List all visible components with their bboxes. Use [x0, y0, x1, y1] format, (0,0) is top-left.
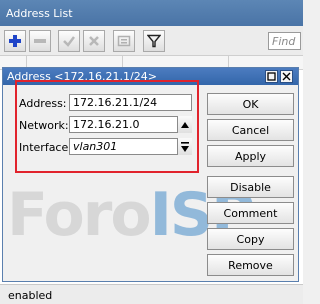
find-input[interactable]: Find [268, 32, 301, 50]
disable-button[interactable]: Disable [207, 176, 294, 198]
enable-button[interactable] [58, 30, 80, 52]
restore-button[interactable] [265, 70, 278, 83]
remove-button[interactable]: Remove [207, 254, 294, 276]
copy-button[interactable]: Copy [207, 228, 294, 250]
address-list-title: Address List [0, 0, 303, 26]
status-bar: enabled [0, 284, 303, 304]
filter-icon [147, 34, 161, 48]
filter-button[interactable] [143, 30, 165, 52]
check-icon [63, 36, 75, 47]
address-dialog: Address <172.16.21.1/24> Address: 172.16… [2, 67, 299, 282]
comment-list-button[interactable] [113, 30, 135, 52]
plus-icon [9, 35, 21, 47]
close-icon [282, 72, 291, 81]
remove-list-button[interactable] [29, 30, 51, 52]
restore-icon [267, 72, 276, 81]
comment-button[interactable]: Comment [207, 202, 294, 224]
apply-button[interactable]: Apply [207, 145, 294, 167]
minus-icon [34, 39, 46, 43]
cross-icon [89, 36, 99, 46]
add-button[interactable] [4, 30, 26, 52]
address-list-toolbar [0, 26, 303, 56]
ok-button[interactable]: OK [207, 93, 294, 115]
close-button[interactable] [280, 70, 293, 83]
watermark-part1: Foro [7, 180, 152, 250]
comment-icon [117, 35, 131, 47]
disable-list-button[interactable] [83, 30, 105, 52]
highlight-box [15, 80, 199, 173]
cancel-button[interactable]: Cancel [207, 119, 294, 141]
